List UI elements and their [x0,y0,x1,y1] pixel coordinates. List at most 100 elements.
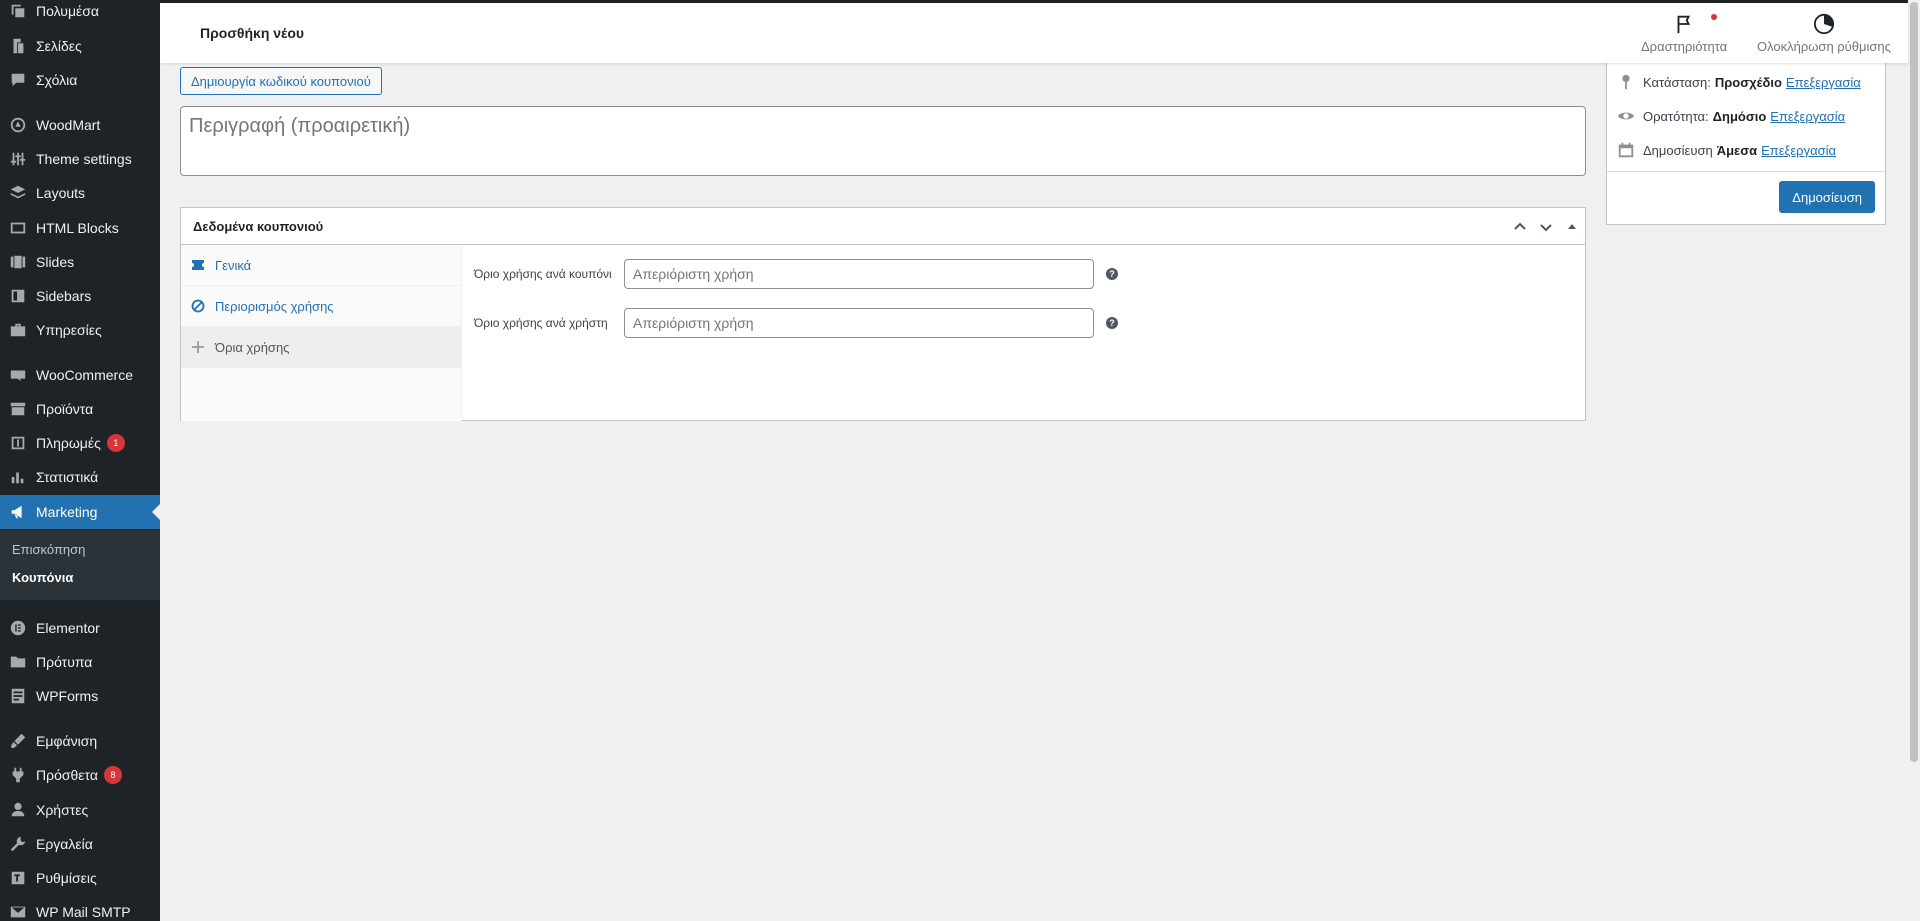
sidebar-item-label: Εργαλεία [36,836,93,852]
block-icon [191,299,205,313]
scrollbar-thumb[interactable] [1910,2,1918,762]
sidebar-item-pages[interactable]: Σελίδες [0,29,160,63]
sidebar-item-marketing[interactable]: Marketing [0,495,160,529]
elementor-icon [0,619,36,637]
divider [1607,171,1885,172]
usage-limit-per-coupon-row: Όριο χρήσης ανά κουπόνι ? [474,259,1118,289]
plugins-icon [0,766,36,784]
sidebar-item-label: Πληρωμές [36,435,101,451]
tab-usage-restriction[interactable]: Περιορισμός χρήσης [181,286,461,327]
sidebar-item-products[interactable]: Προϊόντα [0,392,160,426]
sliders-icon [0,150,36,168]
finish-setup-button[interactable]: Ολοκλήρωση ρύθμισης [1757,13,1891,54]
publish-date-row: Δημοσίευση Άμεσα Επεξεργασία [1617,141,1836,159]
coupon-tabs: Γενικά Περιορισμός χρήσης Όρια χρήσης [181,245,462,421]
comments-icon [0,71,36,89]
pages-icon [0,37,36,55]
move-down-button[interactable] [1537,218,1555,236]
settings-icon [0,869,36,887]
help-icon[interactable]: ? [1106,317,1118,329]
activity-label: Δραστηριότητα [1641,39,1728,54]
tab-label: Γενικά [215,257,252,273]
move-up-button[interactable] [1511,218,1529,236]
edit-status-link[interactable]: Επεξεργασία [1786,75,1861,90]
publish-panel: Κατάσταση: Προσχέδιο Επεξεργασία Ορατότη… [1606,63,1886,225]
panel-header: Δεδομένα κουπονιού [181,208,1585,245]
page-scrollbar[interactable] [1908,0,1920,921]
chevron-up-icon [1514,222,1526,230]
generate-coupon-code-button[interactable]: Δημιουργία κωδικού κουπονιού [180,67,382,95]
submenu-item-overview[interactable]: Επισκόπηση [12,542,85,557]
sidebar-item-woodmart[interactable]: WoodMart [0,108,160,142]
toggle-panel-button[interactable] [1563,218,1581,236]
sidebar-item-comments[interactable]: Σχόλια [0,63,160,97]
woodmart-icon [0,116,36,134]
help-icon[interactable]: ? [1106,268,1118,280]
sidebar-item-label: Ρυθμίσεις [36,870,97,886]
sidebar-item-wp-mail-smtp[interactable]: WP Mail SMTP [0,895,160,921]
activity-notification-dot [1711,14,1717,20]
chevron-down-icon [1540,224,1552,232]
sidebar-item-label: Πρότυπα [36,654,93,670]
usage-limit-per-coupon-input[interactable] [624,259,1094,289]
edit-publish-date-link[interactable]: Επεξεργασία [1761,143,1836,158]
pin-icon [1622,74,1630,90]
sidebar-item-analytics[interactable]: Στατιστικά [0,460,160,494]
tab-usage-limits[interactable]: Όρια χρήσης [181,327,461,368]
brush-icon [0,732,36,750]
edit-visibility-link[interactable]: Επεξεργασία [1770,109,1845,124]
sidebar-item-woocommerce[interactable]: WooCommerce [0,358,160,392]
notification-badge: 1 [106,434,125,452]
sidebar-item-label: Slides [36,254,75,270]
sidebar-item-layouts[interactable]: Layouts [0,176,160,210]
coupon-data-panel: Δεδομένα κουπονιού Γενικά Περιορισμός χρ… [180,207,1586,421]
sidebar-item-users[interactable]: Χρήστες [0,793,160,827]
sidebar-item-payments[interactable]: Πληρωμές 1 [0,426,160,460]
sidebar-item-templates[interactable]: Πρότυπα [0,645,160,679]
sidebar-item-wpforms[interactable]: WPForms [0,679,160,713]
sidebar-item-sidebars[interactable]: Sidebars [0,279,160,313]
field-label: Όριο χρήσης ανά κουπόνι [474,267,612,281]
sidebar-item-slides[interactable]: Slides [0,245,160,279]
sidebar-item-elementor[interactable]: Elementor [0,611,160,645]
sidebar-item-media[interactable]: Πολυμέσα [0,0,160,28]
wrench-icon [0,835,36,853]
dollar-icon [0,434,36,452]
briefcase-icon [0,321,36,339]
page-title: Προσθήκη νέου [200,25,305,41]
sidebar-item-label: Εμφάνιση [36,733,98,749]
sidebar-item-label: Elementor [36,620,100,636]
sidebar-item-label: WoodMart [36,117,101,133]
sidebar-item-settings[interactable]: Ρυθμίσεις [0,861,160,895]
usage-limit-per-user-input[interactable] [624,308,1094,338]
status-value: Προσχέδιο [1714,74,1782,90]
sidebar-item-plugins[interactable]: Πρόσθετα 8 [0,758,160,792]
tab-general[interactable]: Γενικά [181,245,461,286]
status-row: Κατάσταση: Προσχέδιο Επεξεργασία [1617,73,1861,91]
sidebar-item-services[interactable]: Υπηρεσίες [0,313,160,347]
sidebar-item-label: WooCommerce [36,367,133,383]
panel-title: Δεδομένα κουπονιού [193,219,324,234]
description-field[interactable] [180,106,1586,176]
tab-label: Περιορισμός χρήσης [215,298,334,314]
sidebar-item-label: Σελίδες [36,38,82,54]
archive-icon [0,400,36,418]
publish-button[interactable]: Δημοσίευση [1779,181,1875,213]
sidebar-item-theme-settings[interactable]: Theme settings [0,142,160,176]
sidebar-item-label: HTML Blocks [36,220,119,236]
flag-icon [1677,15,1691,34]
sidebar-item-appearance[interactable]: Εμφάνιση [0,724,160,758]
sidebar-item-tools[interactable]: Εργαλεία [0,827,160,861]
megaphone-icon [0,503,36,521]
admin-sidebar: Πολυμέσα Σελίδες Σχόλια WoodMart Theme s… [0,0,160,921]
visibility-value: Δημόσιο [1712,108,1767,124]
field-label: Όριο χρήσης ανά χρήστη [474,316,608,330]
user-icon [0,801,36,819]
media-icon [0,2,36,20]
sidebar-item-label: Χρήστες [36,802,89,818]
sidebar-item-label: Layouts [36,185,86,201]
sidebar-item-html-blocks[interactable]: HTML Blocks [0,211,160,245]
sidebar-item-label: Προϊόντα [36,401,94,417]
visibility-row: Ορατότητα: Δημόσιο Επεξεργασία [1617,107,1845,125]
submenu-item-coupons[interactable]: Κουπόνια [12,570,73,585]
